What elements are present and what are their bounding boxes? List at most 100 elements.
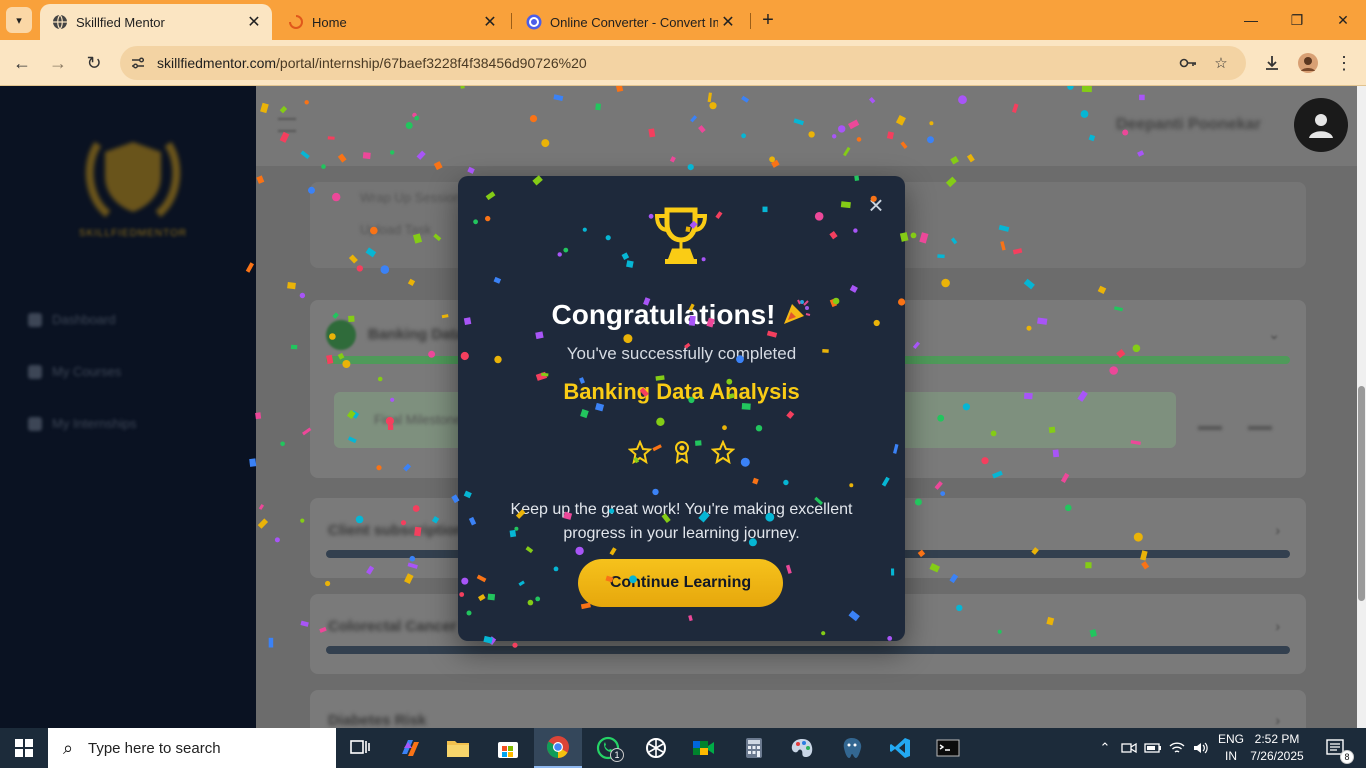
- restore-icon[interactable]: ❐: [1274, 6, 1320, 34]
- windows-taskbar: ⌕ Type here to search 1 ⌃ ENG IN 2:52 PM…: [0, 728, 1366, 768]
- more-menu-icon[interactable]: ⋮: [1330, 49, 1358, 77]
- windows-start-icon[interactable]: [0, 728, 48, 768]
- courses-icon: [28, 364, 42, 379]
- notification-center-icon[interactable]: 8: [1316, 728, 1356, 768]
- url-text[interactable]: skillfiedmentor.com/portal/internship/67…: [157, 55, 587, 71]
- continue-learning-button[interactable]: Continue Learning: [578, 559, 783, 607]
- tab-divider: [511, 13, 512, 29]
- tab-home[interactable]: Home ✕: [276, 4, 508, 40]
- award-medal-icon: [674, 441, 689, 464]
- close-tab-icon[interactable]: ✕: [718, 12, 738, 32]
- brand-logo-icon: [85, 141, 181, 218]
- meet-now-icon[interactable]: [1118, 728, 1140, 768]
- congratulations-modal: × Congratulations! You've successfully c…: [458, 176, 905, 641]
- sidebar-item-courses[interactable]: My Courses: [28, 364, 121, 379]
- converter-logo-icon: [526, 14, 542, 30]
- tab-title: Skillfied Mentor: [76, 14, 165, 30]
- chevron-down-icon[interactable]: ›: [1275, 522, 1280, 538]
- internship-icon: [28, 416, 42, 431]
- download-task-icon[interactable]: [1248, 406, 1272, 430]
- file-explorer-icon[interactable]: [434, 728, 482, 768]
- party-popper-icon: [783, 299, 810, 324]
- completed-course-name: Banking Data Analysis: [563, 379, 800, 404]
- chevron-down-icon[interactable]: ⌄: [1268, 326, 1280, 343]
- clock-time: 2:52 PM: [1254, 732, 1300, 746]
- input-language-indicator[interactable]: ENG IN: [1216, 731, 1246, 765]
- search-placeholder: Type here to search: [88, 739, 221, 757]
- close-tab-icon[interactable]: ✕: [480, 12, 500, 32]
- menu-icon[interactable]: [278, 118, 296, 132]
- user-avatar-icon[interactable]: [1294, 98, 1348, 152]
- close-window-icon[interactable]: ✕: [1320, 6, 1366, 34]
- url-path: /portal/internship/67baef3228f4f38456d90…: [276, 55, 587, 71]
- whatsapp-icon[interactable]: 1: [584, 728, 632, 768]
- chatgpt-icon[interactable]: [632, 728, 680, 768]
- list-item: Wrap Up Session: [360, 190, 461, 205]
- completed-check-icon: [326, 320, 356, 350]
- volume-icon[interactable]: [1190, 728, 1212, 768]
- page-scrollbar[interactable]: [1357, 86, 1366, 728]
- course-card[interactable]: Diabetes Risk ›: [310, 690, 1306, 728]
- modal-title: Congratulations!: [458, 296, 905, 331]
- system-clock[interactable]: 2:52 PM 7/26/2025: [1247, 731, 1307, 765]
- copilot-icon[interactable]: [386, 728, 434, 768]
- sidebar-item-dashboard[interactable]: Dashboard: [28, 312, 116, 327]
- search-icon: ⌕: [62, 737, 74, 758]
- task-view-icon[interactable]: [336, 728, 384, 768]
- download-icon[interactable]: [1258, 49, 1286, 77]
- wifi-icon[interactable]: [1166, 728, 1188, 768]
- microsoft-store-icon[interactable]: [484, 728, 532, 768]
- terminal-icon[interactable]: [924, 728, 972, 768]
- clock-date: 7/26/2025: [1250, 749, 1304, 763]
- upload-icon[interactable]: [1198, 406, 1222, 430]
- course-title: Diabetes Risk: [328, 712, 427, 728]
- profile-avatar[interactable]: [1294, 49, 1322, 77]
- chevron-down-icon[interactable]: ›: [1275, 618, 1280, 634]
- course-title: Colorectal Cancer: [328, 618, 457, 635]
- reload-icon[interactable]: ↻: [80, 49, 108, 77]
- battery-icon[interactable]: [1142, 728, 1164, 768]
- list-item: Upload Task: [360, 222, 432, 237]
- milestone-label: Final Milestone: [374, 412, 462, 427]
- calculator-icon[interactable]: [730, 728, 778, 768]
- url-host: skillfiedmentor.com: [157, 55, 277, 71]
- google-meet-icon[interactable]: [680, 728, 728, 768]
- back-arrow-icon[interactable]: ←: [8, 49, 36, 77]
- tab-skillfied-mentor[interactable]: Skillfied Mentor ✕: [40, 4, 272, 40]
- paint-icon[interactable]: [778, 728, 826, 768]
- chevron-down-icon[interactable]: ›: [1275, 712, 1280, 728]
- password-key-icon[interactable]: [1178, 53, 1198, 73]
- show-hidden-icons-chevron-icon[interactable]: ⌃: [1094, 728, 1116, 768]
- progress-bar: [326, 646, 1290, 654]
- tab-online-converter[interactable]: Online Converter - Convert Ima ✕: [514, 4, 746, 40]
- address-bar[interactable]: skillfiedmentor.com/portal/internship/67…: [120, 46, 1246, 80]
- minimize-icon[interactable]: —: [1228, 6, 1274, 34]
- scrollbar-thumb[interactable]: [1358, 386, 1365, 601]
- vscode-icon[interactable]: [876, 728, 924, 768]
- top-header: Deepanti Poonekar: [256, 86, 1360, 166]
- site-settings-icon[interactable]: [128, 53, 148, 73]
- tab-divider: [750, 13, 751, 29]
- tab-title: Home: [312, 14, 347, 30]
- achievement-icons: [628, 438, 735, 466]
- notification-count-badge: 8: [1340, 750, 1354, 764]
- postgresql-icon[interactable]: [828, 728, 876, 768]
- whatsapp-badge: 1: [610, 748, 624, 762]
- close-tab-icon[interactable]: ✕: [244, 12, 264, 32]
- browser-tab-strip: ▾ Skillfied Mentor ✕ Home ✕ Online Conve…: [0, 0, 1366, 40]
- globe-icon: [52, 14, 68, 30]
- bookmark-star-icon[interactable]: ☆: [1211, 53, 1231, 73]
- modal-message: Keep up the great work! You're making ex…: [510, 501, 853, 542]
- dashboard-icon: [28, 312, 42, 327]
- close-icon[interactable]: ×: [862, 192, 890, 220]
- page-viewport: SKILLFIEDMENTOR Dashboard My Courses My …: [0, 86, 1366, 728]
- forward-arrow-icon[interactable]: →: [44, 49, 72, 77]
- loading-spinner-icon: [288, 14, 304, 30]
- star-icon: [711, 440, 735, 464]
- modal-subtitle: You've successfully completed: [566, 344, 797, 363]
- taskbar-search-box[interactable]: ⌕ Type here to search: [48, 728, 336, 768]
- sidebar-item-internships[interactable]: My Internships: [28, 416, 137, 431]
- new-tab-plus-icon[interactable]: +: [756, 8, 780, 32]
- tab-search-button[interactable]: ▾: [6, 7, 32, 33]
- chrome-icon[interactable]: [534, 728, 582, 768]
